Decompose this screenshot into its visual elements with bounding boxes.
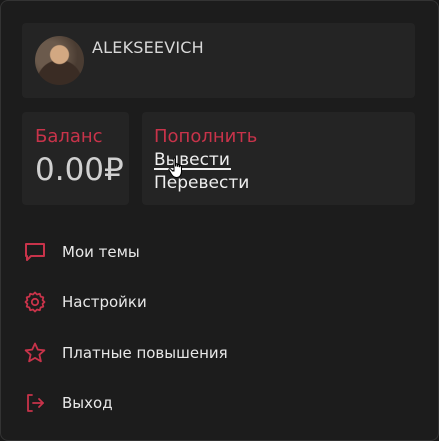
balance-card: Баланс 0.00₽ [22, 112, 129, 205]
balance-value: 0.00₽ [35, 152, 124, 188]
menu-item-my-topics[interactable]: Мои темы [23, 235, 323, 269]
menu-item-label: Выход [62, 394, 113, 412]
menu-item-paid-boosts[interactable]: Платные повышения [23, 336, 323, 370]
gear-icon [24, 291, 46, 313]
balance-label: Баланс [35, 126, 103, 147]
wallet-actions-card: Пополнить Вывести Перевести [142, 112, 415, 205]
menu-item-label: Мои темы [62, 243, 140, 261]
user-card[interactable]: ALEKSEEVICH [22, 23, 415, 98]
menu-item-label: Платные повышения [62, 344, 228, 362]
menu-item-label: Настройки [62, 293, 147, 311]
menu-item-settings[interactable]: Настройки [23, 285, 323, 319]
logout-icon [27, 394, 44, 412]
withdraw-link[interactable]: Вывести [154, 150, 231, 170]
star-icon [24, 342, 46, 363]
user-dropdown-panel: ALEKSEEVICH Баланс 0.00₽ Пополнить Вывес… [0, 0, 439, 441]
chat-bubble-icon [25, 243, 45, 261]
top-up-link[interactable]: Пополнить [154, 126, 257, 147]
username[interactable]: ALEKSEEVICH [92, 38, 204, 57]
hand-cursor-icon [168, 157, 182, 179]
menu-item-logout[interactable]: Выход [23, 386, 323, 420]
avatar[interactable] [35, 36, 84, 85]
